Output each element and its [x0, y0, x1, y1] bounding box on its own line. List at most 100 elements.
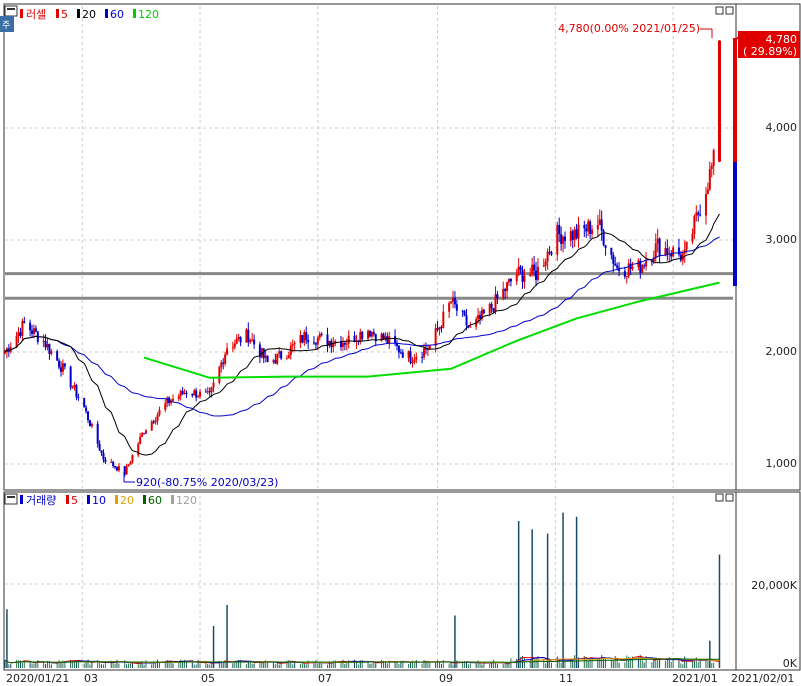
candle-up	[654, 243, 657, 258]
x-axis: 2020/01/21 03 05 07 09 11 2021/01 2021/0…	[6, 672, 794, 685]
candle-up	[502, 289, 505, 299]
candle-up	[577, 225, 580, 239]
volume-panel-menu-icon[interactable]	[4, 493, 18, 505]
candle-up	[704, 193, 707, 216]
candle-down	[361, 331, 364, 339]
candle-down	[453, 297, 456, 305]
candle-down	[114, 466, 117, 468]
legend-ma-swatch	[77, 9, 80, 18]
candle-up	[276, 353, 279, 364]
candle-down	[496, 294, 499, 299]
candle-up	[150, 421, 153, 431]
x-label-03: 03	[84, 672, 98, 685]
candle-down	[612, 254, 615, 264]
candle-down	[509, 278, 512, 282]
candle-down	[301, 335, 304, 343]
candle-up	[367, 331, 370, 339]
candle-up	[183, 392, 186, 394]
candle-down	[535, 270, 538, 280]
legend-ma-swatch	[171, 495, 174, 504]
candle-up	[380, 333, 383, 342]
candle-up	[529, 274, 532, 276]
candle-up	[285, 358, 288, 360]
candle-up	[536, 266, 539, 280]
candle-down	[195, 390, 198, 398]
candle-up	[341, 342, 344, 347]
right-axis-price-bar-up	[733, 38, 737, 162]
candle-up	[359, 331, 362, 342]
legend-ma-label: 60	[148, 494, 162, 507]
candle-down	[185, 392, 188, 394]
candle-down	[253, 339, 256, 345]
candle-down	[307, 339, 310, 343]
candle-up	[477, 315, 480, 320]
candle-up	[303, 332, 306, 343]
candle-up	[448, 303, 451, 312]
candle-up	[251, 339, 254, 341]
candle-up	[573, 229, 576, 240]
candle-up	[179, 390, 182, 397]
candle-down	[677, 247, 680, 255]
candle-down	[29, 322, 32, 331]
volume-maximize-button[interactable]	[725, 493, 734, 502]
legend-ma-label: 10	[92, 494, 106, 507]
candle-up	[318, 334, 321, 338]
candle-down	[372, 332, 375, 335]
candle-down	[48, 344, 51, 354]
candle-up	[172, 399, 174, 401]
candle-down	[191, 393, 194, 396]
candle-up	[542, 265, 545, 267]
y-tick-3000: 3,000	[766, 233, 798, 246]
candle-down	[610, 247, 613, 255]
candle-up	[144, 430, 147, 434]
candle-up	[154, 420, 157, 423]
candle-up	[452, 297, 454, 302]
candle-up	[193, 390, 196, 396]
candle-up	[569, 231, 572, 241]
candle-up	[197, 396, 200, 398]
candle-down	[421, 356, 424, 358]
candle-up	[370, 332, 373, 337]
candle-up	[423, 348, 426, 358]
legend-ma-swatch	[56, 9, 59, 18]
panel-menu-icon[interactable]	[4, 5, 18, 17]
candle-up	[591, 229, 594, 235]
candle-down	[571, 231, 574, 240]
candle-down	[102, 453, 105, 460]
candle-down	[399, 352, 402, 354]
volume-panel-frame	[3, 491, 737, 671]
candle-up	[233, 343, 236, 348]
candle-up	[544, 261, 547, 266]
legend-ma-label: 120	[138, 8, 159, 21]
candle-down	[386, 336, 389, 344]
candle-up	[46, 344, 49, 348]
candle-up	[278, 351, 281, 354]
candle-up	[177, 396, 180, 400]
candle-up	[706, 189, 709, 194]
candle-up	[131, 455, 134, 463]
candle-down	[274, 360, 277, 364]
stock-chart[interactable]: 4,000 3,000 2,000 1,000 20,000K 0K 4,780…	[0, 0, 801, 686]
candle-down	[31, 330, 34, 334]
candle-up	[345, 343, 348, 345]
legend-name: 러셀	[26, 8, 46, 21]
candle-down	[519, 266, 522, 270]
minimize-button[interactable]	[715, 6, 724, 15]
volume-minimize-button[interactable]	[715, 493, 724, 502]
candle-up	[691, 234, 694, 242]
candle-down	[58, 360, 61, 368]
price-axis-frame	[735, 3, 801, 491]
candle-down	[583, 225, 586, 229]
candle-down	[409, 351, 412, 364]
candle-up	[117, 466, 120, 471]
candle-up	[127, 464, 130, 467]
maximize-button[interactable]	[725, 6, 734, 15]
legend-ma-swatch	[133, 9, 136, 18]
candle-down	[504, 289, 507, 291]
candle-down	[104, 459, 107, 463]
volume-legend-mark	[20, 495, 23, 504]
candle-up	[523, 275, 526, 282]
volume-tick-0k: 0K	[783, 657, 798, 670]
candle-down	[312, 342, 315, 344]
candle-down	[305, 332, 308, 340]
